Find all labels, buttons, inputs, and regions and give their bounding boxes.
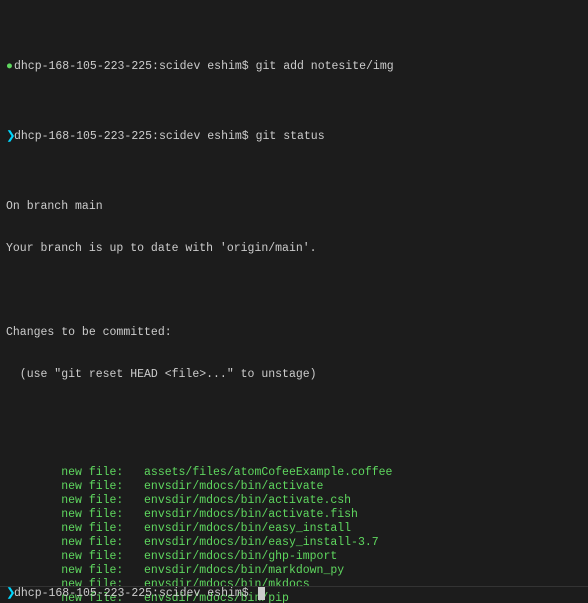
command-text: git status [256,130,325,143]
prompt-sep: : [152,587,159,600]
prompt-host: dhcp-168-105-223-225 [14,587,152,600]
prompt-dollar: $ [242,60,249,73]
prompt-dir: scidev [159,60,200,73]
new-file-line: new file: envsdir/mdocs/bin/activate [6,480,582,494]
prompt-marker-icon: ❯ [6,130,14,144]
new-file-line: new file: envsdir/mdocs/bin/markdown_py [6,564,582,578]
prompt-dir: scidev [159,587,200,600]
prompt-dollar: $ [242,587,249,600]
blank-line [6,284,582,298]
prompt-host: dhcp-168-105-223-225 [14,60,152,73]
prompt-line-2: ❯dhcp-168-105-223-225:scidev eshim$ git … [6,130,582,144]
prompt-dollar: $ [242,130,249,143]
blank-line [6,410,582,424]
new-file-line: new file: envsdir/mdocs/bin/activate.fis… [6,508,582,522]
divider [0,586,588,587]
new-file-line: new file: envsdir/mdocs/bin/ghp-import [6,550,582,564]
status-branch: On branch main [6,200,582,214]
cursor [258,587,265,600]
command-text: git add notesite/img [256,60,394,73]
unstage-hint: (use "git reset HEAD <file>..." to unsta… [6,368,582,382]
new-files-list: new file: assets/files/atomCofeeExample.… [6,466,582,603]
prompt-line-1: ●dhcp-168-105-223-225:scidev eshim$ git … [6,60,582,74]
new-file-line: new file: envsdir/mdocs/bin/easy_install [6,522,582,536]
new-file-line: new file: envsdir/mdocs/bin/activate.csh [6,494,582,508]
prompt-user: eshim [207,130,242,143]
status-uptodate: Your branch is up to date with 'origin/m… [6,242,582,256]
prompt-user: eshim [207,587,242,600]
prompt-dir: scidev [159,130,200,143]
new-file-line: new file: assets/files/atomCofeeExample.… [6,466,582,480]
prompt-sep: : [152,130,159,143]
prompt-marker-icon: ● [6,60,14,74]
changes-header: Changes to be committed: [6,326,582,340]
prompt-line-3[interactable]: ❯dhcp-168-105-223-225:scidev eshim$ [0,587,588,601]
prompt-marker-icon: ❯ [6,587,14,601]
prompt-user: eshim [207,60,242,73]
new-file-line: new file: envsdir/mdocs/bin/easy_install… [6,536,582,550]
terminal-window[interactable]: ●dhcp-168-105-223-225:scidev eshim$ git … [0,0,588,603]
prompt-sep: : [152,60,159,73]
prompt-host: dhcp-168-105-223-225 [14,130,152,143]
